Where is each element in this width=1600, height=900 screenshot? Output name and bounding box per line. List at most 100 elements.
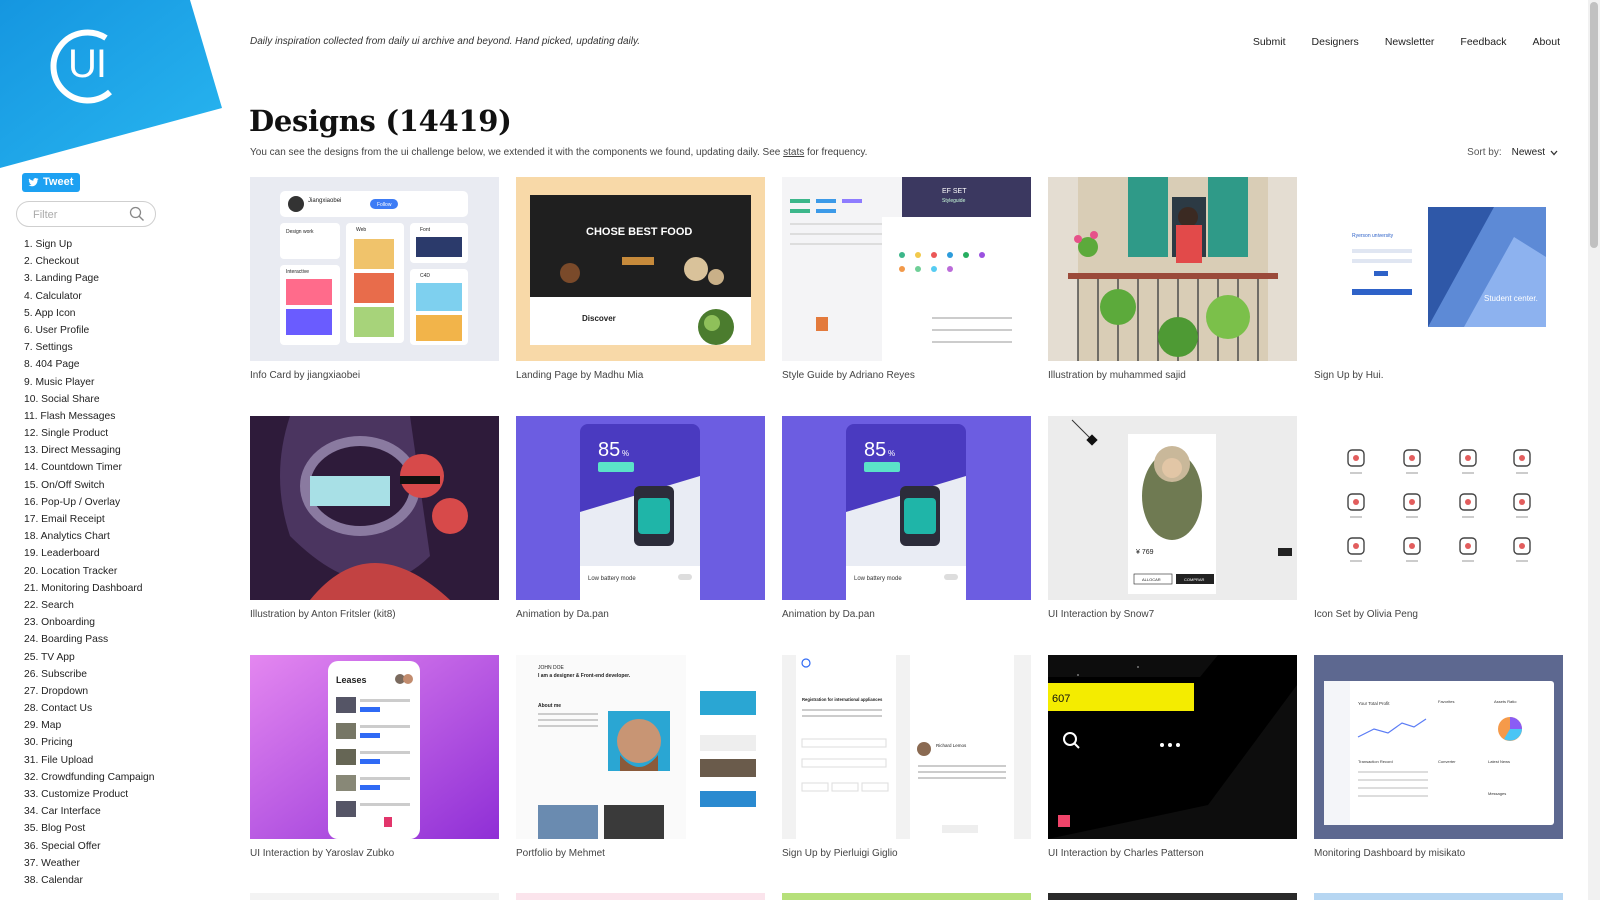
category-item[interactable]: 18. Analytics Chart <box>24 528 155 545</box>
nav-link-feedback[interactable]: Feedback <box>1460 36 1506 48</box>
design-thumbnail[interactable] <box>1048 177 1297 361</box>
category-item[interactable]: 35. Blog Post <box>24 820 155 837</box>
design-card[interactable]: Illustration by Anton Fritsler (kit8) <box>250 416 499 620</box>
design-card[interactable]: 607 UI Interaction by Charles Patterson <box>1048 655 1297 859</box>
design-caption[interactable]: Sign Up by Hui. <box>1314 370 1563 381</box>
category-item[interactable]: 1. Sign Up <box>24 236 155 253</box>
category-item[interactable]: 30. Pricing <box>24 734 155 751</box>
category-item[interactable]: 7. Settings <box>24 339 155 356</box>
design-thumbnail[interactable]: 85% Low battery mode <box>782 416 1031 600</box>
category-item[interactable]: 16. Pop-Up / Overlay <box>24 494 155 511</box>
category-item[interactable]: 14. Countdown Timer <box>24 459 155 476</box>
design-caption[interactable]: UI Interaction by Yaroslav Zubko <box>250 848 499 859</box>
category-item[interactable]: 38. Calendar <box>24 872 155 889</box>
category-item[interactable]: 29. Map <box>24 717 155 734</box>
design-caption[interactable]: Sign Up by Pierluigi Giglio <box>782 848 1031 859</box>
design-thumbnail[interactable]: 607 <box>1048 655 1297 839</box>
category-item[interactable]: 19. Leaderboard <box>24 545 155 562</box>
category-item[interactable]: 27. Dropdown <box>24 683 155 700</box>
design-thumbnail[interactable]: Ryerson university Student center. <box>1314 177 1563 361</box>
design-card[interactable]: ¥ 769 ALLOCAR COMPRAR UI Interaction by … <box>1048 416 1297 620</box>
category-item[interactable]: 17. Email Receipt <box>24 511 155 528</box>
design-caption[interactable]: Landing Page by Madhu Mia <box>516 370 765 381</box>
sort-select[interactable]: Newest <box>1512 147 1558 158</box>
category-item[interactable]: 28. Contact Us <box>24 700 155 717</box>
category-item[interactable]: 22. Search <box>24 597 155 614</box>
design-caption[interactable]: Portfolio by Mehmet <box>516 848 765 859</box>
design-caption[interactable]: Animation by Da.pan <box>782 609 1031 620</box>
category-item[interactable]: 12. Single Product <box>24 425 155 442</box>
category-item[interactable]: 37. Weather <box>24 855 155 872</box>
design-caption[interactable]: Info Card by jiangxiaobei <box>250 370 499 381</box>
design-card[interactable]: Icon Set by Olivia Peng <box>1314 416 1563 620</box>
design-thumbnail[interactable]: Registration for international appliance… <box>782 655 1031 839</box>
nav-link-newsletter[interactable]: Newsletter <box>1385 36 1435 48</box>
design-thumbnail-partial[interactable] <box>250 893 499 900</box>
category-item[interactable]: 26. Subscribe <box>24 666 155 683</box>
design-caption[interactable]: Illustration by muhammed sajid <box>1048 370 1297 381</box>
design-thumbnail[interactable]: ¥ 769 ALLOCAR COMPRAR <box>1048 416 1297 600</box>
design-thumbnail-partial[interactable] <box>782 893 1031 900</box>
category-item[interactable]: 24. Boarding Pass <box>24 631 155 648</box>
design-thumbnail[interactable]: EF SET Styleguide <box>782 177 1031 361</box>
design-caption[interactable]: UI Interaction by Snow7 <box>1048 609 1297 620</box>
design-thumbnail-partial[interactable] <box>1314 893 1563 900</box>
search-icon[interactable] <box>129 206 145 222</box>
design-thumbnail[interactable]: Leases <box>250 655 499 839</box>
filter-input[interactable] <box>33 206 128 223</box>
category-item[interactable]: 9. Music Player <box>24 374 155 391</box>
category-item[interactable]: 10. Social Share <box>24 391 155 408</box>
category-item[interactable]: 11. Flash Messages <box>24 408 155 425</box>
design-thumbnail[interactable]: CHOSE BEST FOOD Discover <box>516 177 765 361</box>
category-item[interactable]: 20. Location Tracker <box>24 563 155 580</box>
nav-link-submit[interactable]: Submit <box>1253 36 1286 48</box>
design-card[interactable]: Your Total Profit Favorites Assets Ratio… <box>1314 655 1563 859</box>
category-item[interactable]: 36. Special Offer <box>24 838 155 855</box>
category-item[interactable]: 3. Landing Page <box>24 270 155 287</box>
scrollbar-thumb[interactable] <box>1590 2 1598 248</box>
stats-link[interactable]: stats <box>783 147 804 158</box>
design-card[interactable]: Leases UI Interaction by Yaroslav Zubko <box>250 655 499 859</box>
design-caption[interactable]: UI Interaction by Charles Patterson <box>1048 848 1297 859</box>
design-card[interactable]: 85% Low battery mode Animation by Da.pan <box>516 416 765 620</box>
design-card[interactable]: Ryerson university Student center. Sign U… <box>1314 177 1563 381</box>
design-card[interactable]: CHOSE BEST FOOD Discover Landing Page by… <box>516 177 765 381</box>
design-thumbnail[interactable]: JOHN DOE I am a designer & Front-end dev… <box>516 655 765 839</box>
design-card[interactable]: JOHN DOE I am a designer & Front-end dev… <box>516 655 765 859</box>
design-thumbnail[interactable] <box>1314 416 1563 600</box>
category-item[interactable]: 21. Monitoring Dashboard <box>24 580 155 597</box>
design-caption[interactable]: Monitoring Dashboard by misikato <box>1314 848 1563 859</box>
design-caption[interactable]: Animation by Da.pan <box>516 609 765 620</box>
design-card[interactable]: Jiangxiaobei Follow Design work Web Font… <box>250 177 499 381</box>
tweet-button[interactable]: Tweet <box>22 173 81 192</box>
category-item[interactable]: 6. User Profile <box>24 322 155 339</box>
site-logo[interactable]: UI <box>0 0 230 170</box>
nav-link-designers[interactable]: Designers <box>1312 36 1359 48</box>
design-caption[interactable]: Illustration by Anton Fritsler (kit8) <box>250 609 499 620</box>
category-item[interactable]: 23. Onboarding <box>24 614 155 631</box>
design-thumbnail[interactable] <box>250 416 499 600</box>
design-thumbnail-partial[interactable] <box>1048 893 1297 900</box>
category-item[interactable]: 15. On/Off Switch <box>24 477 155 494</box>
design-thumbnail-partial[interactable] <box>516 893 765 900</box>
category-item[interactable]: 5. App Icon <box>24 305 155 322</box>
category-item[interactable]: 33. Customize Product <box>24 786 155 803</box>
design-caption[interactable]: Icon Set by Olivia Peng <box>1314 609 1563 620</box>
nav-link-about[interactable]: About <box>1533 36 1560 48</box>
design-card[interactable]: Registration for international appliance… <box>782 655 1031 859</box>
design-thumbnail[interactable]: Your Total Profit Favorites Assets Ratio… <box>1314 655 1563 839</box>
category-item[interactable]: 2. Checkout <box>24 253 155 270</box>
design-thumbnail[interactable]: 85% Low battery mode <box>516 416 765 600</box>
design-card[interactable]: Illustration by muhammed sajid <box>1048 177 1297 381</box>
category-item[interactable]: 8. 404 Page <box>24 356 155 373</box>
design-caption[interactable]: Style Guide by Adriano Reyes <box>782 370 1031 381</box>
category-item[interactable]: 13. Direct Messaging <box>24 442 155 459</box>
category-item[interactable]: 4. Calculator <box>24 288 155 305</box>
category-item[interactable]: 34. Car Interface <box>24 803 155 820</box>
category-item[interactable]: 32. Crowdfunding Campaign <box>24 769 155 786</box>
category-item[interactable]: 31. File Upload <box>24 752 155 769</box>
design-card[interactable]: EF SET Styleguide Style Guide by Adriano… <box>782 177 1031 381</box>
design-thumbnail[interactable]: Jiangxiaobei Follow Design work Web Font… <box>250 177 499 361</box>
design-card[interactable]: 85% Low battery mode Animation by Da.pan <box>782 416 1031 620</box>
category-item[interactable]: 25. TV App <box>24 649 155 666</box>
